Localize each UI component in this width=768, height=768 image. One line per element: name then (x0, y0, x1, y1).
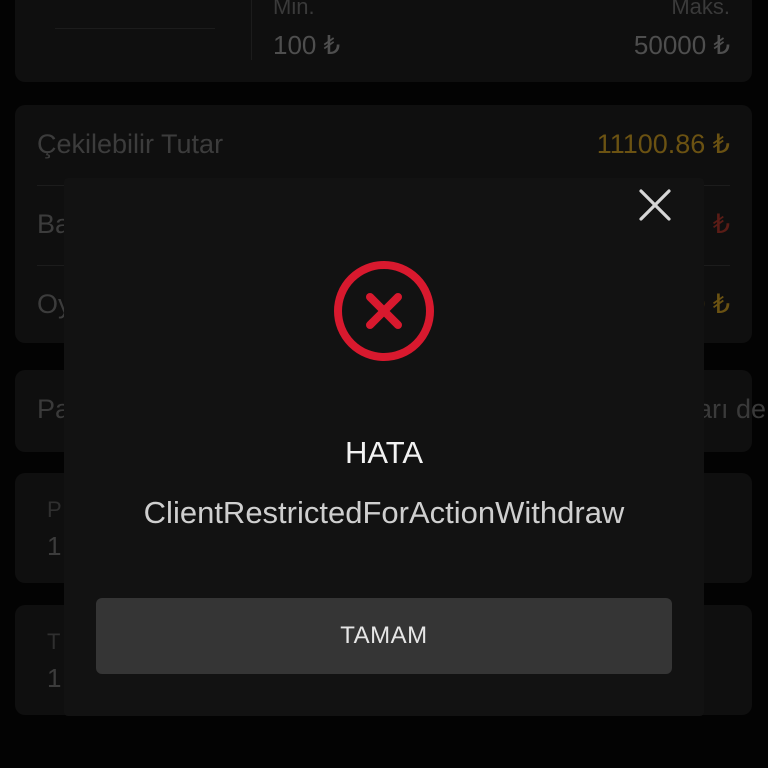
balance-row-withdrawable: Çekilebilir Tutar 11100.86 ₺ (37, 105, 730, 186)
field-value[interactable]: 1 (47, 531, 61, 562)
error-x-circle-icon (333, 260, 435, 362)
max-limit-value: 50000 ₺ (633, 30, 730, 60)
field-label: P (47, 497, 62, 522)
max-limit-label: Maks. (671, 0, 730, 19)
dialog-title: HATA (344, 435, 424, 470)
payment-method-logo (55, 0, 215, 29)
min-limit-value: 100 ₺ (273, 30, 341, 60)
field-label: T (47, 629, 61, 654)
withdraw-page: Min. 100 ₺ Maks. 50000 ₺ Çekilebilir Tut… (0, 0, 768, 768)
balance-label: Çekilebilir Tutar (37, 129, 224, 159)
balance-value: 11100.86 ₺ (596, 129, 730, 159)
limits-card: Min. 100 ₺ Maks. 50000 ₺ (15, 0, 752, 82)
dialog-message: ClientRestrictedForActionWithdraw (143, 495, 625, 530)
close-icon[interactable] (636, 186, 674, 224)
ok-button[interactable]: TAMAM (96, 598, 672, 674)
field-value[interactable]: 1 (47, 663, 61, 694)
balance-value: ₺ (712, 209, 730, 239)
min-limit-label: Min. (273, 0, 315, 19)
divider (251, 0, 252, 60)
error-dialog: HATA ClientRestrictedForActionWithdraw T… (64, 178, 704, 716)
